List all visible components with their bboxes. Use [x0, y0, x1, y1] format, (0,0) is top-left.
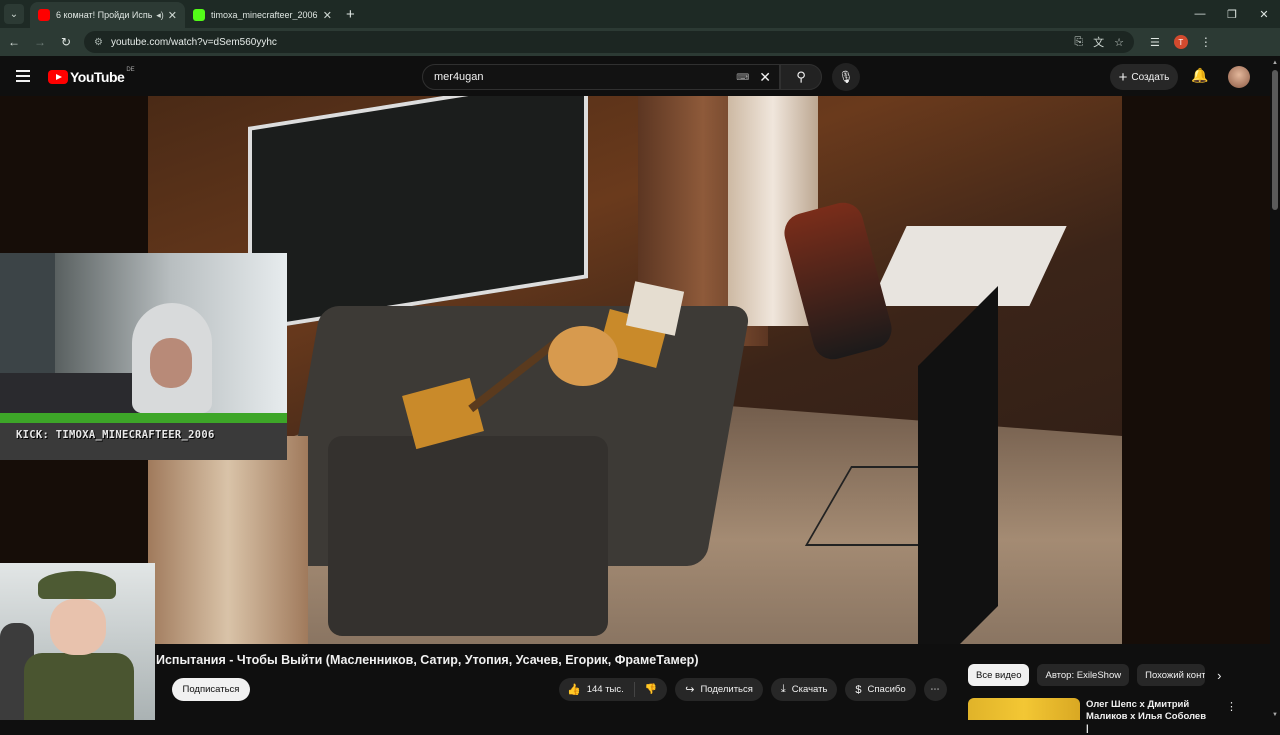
- scene-person: [779, 198, 897, 364]
- like-count: 144 тыс.: [586, 684, 624, 695]
- chevron-right-icon[interactable]: ›: [1217, 668, 1221, 683]
- subscribe-button[interactable]: Подписаться: [172, 678, 250, 701]
- more-icon: ⋯: [930, 684, 940, 695]
- notifications-bell-icon[interactable]: 🔔: [1191, 67, 1208, 84]
- youtube-play-icon: [48, 70, 68, 84]
- webcam2-face: [50, 599, 106, 655]
- like-button[interactable]: 👍 144 тыс.: [559, 682, 635, 697]
- search-button[interactable]: ⚲: [780, 64, 822, 90]
- speaker-icon[interactable]: ◂): [156, 10, 164, 21]
- tab-title: timoxa_minecrafteer_2006 Stre: [211, 10, 319, 20]
- reload-icon[interactable]: ↻: [54, 30, 78, 54]
- download-label: Скачать: [791, 684, 828, 695]
- recommendation-item[interactable]: Олег Шепс x Дмитрий Маликов x Илья Собол…: [968, 698, 1268, 734]
- share-icon: ↪: [685, 684, 695, 696]
- create-label: Создать: [1131, 71, 1170, 83]
- like-dislike-group: 👍 144 тыс. 👎: [559, 678, 668, 701]
- thanks-button[interactable]: $ Спасибо: [845, 678, 916, 701]
- scene-sofa-corner: [328, 436, 608, 636]
- translate-icon[interactable]: 文: [1093, 34, 1104, 50]
- url-text: youtube.com/watch?v=dSem560yyhc: [110, 36, 277, 48]
- close-tab-icon[interactable]: ✕: [168, 9, 177, 22]
- youtube-logo[interactable]: YouTube DE: [48, 67, 135, 85]
- share-button[interactable]: ↪ Поделиться: [675, 678, 763, 701]
- new-tab-button[interactable]: +: [346, 6, 355, 23]
- bookmark-star-icon[interactable]: ☆: [1114, 36, 1124, 49]
- related-filter-chips: Все видео Автор: ExileShow Похожий конт …: [968, 664, 1221, 686]
- forward-icon[interactable]: →: [28, 30, 52, 54]
- recommendation-menu-icon[interactable]: ⋮: [1226, 700, 1237, 713]
- video-title: Испытания - Чтобы Выйти (Масленников, Са…: [156, 653, 699, 667]
- video-actions: 👍 144 тыс. 👎 ↪ Поделиться ⤓ Скачать $ Спасиб…: [559, 678, 955, 701]
- webcam2-uniform: [24, 653, 134, 720]
- chip-similar[interactable]: Похожий конт: [1137, 664, 1206, 686]
- youtube-header: YouTube DE mer4ugan ⌨ ✕ ⚲ 🎙 + Создать 🔔: [0, 58, 1270, 96]
- address-bar[interactable]: ⚙ youtube.com/watch?v=dSem560yyhc ⎘ 文 ☆: [84, 31, 1134, 53]
- hamburger-menu-icon[interactable]: [16, 70, 30, 82]
- kick-channel-label: KICK: TIMOXA_MINECRAFTEER_2006: [16, 429, 215, 441]
- youtube-favicon-icon: [38, 9, 50, 21]
- search-input[interactable]: mer4ugan ⌨ ✕: [422, 64, 780, 90]
- install-app-icon[interactable]: ⎘: [1074, 36, 1083, 49]
- webcam2-cap: [38, 571, 116, 599]
- browser-tab-bar: ⌄ 6 комнат! Пройди Испыта ◂) ✕ timoxa_mi…: [0, 0, 1280, 28]
- thanks-icon: $: [855, 683, 862, 696]
- scrollbar-thumb[interactable]: [1272, 70, 1278, 210]
- logo-text: YouTube: [70, 69, 125, 85]
- tab-search-button[interactable]: ⌄: [4, 4, 24, 24]
- plus-icon: +: [1118, 68, 1128, 86]
- window-controls: — ❐ ✕: [1184, 0, 1280, 28]
- scene-chalkboard: [248, 96, 588, 332]
- microphone-icon: 🎙: [838, 70, 854, 84]
- webcam-streamer-face: [150, 338, 192, 388]
- second-webcam-overlay: [0, 563, 155, 720]
- search-value: mer4ugan: [434, 71, 484, 83]
- logo-region: DE: [126, 67, 135, 73]
- scene-guitar: [548, 326, 618, 386]
- scene-tv: [918, 286, 998, 644]
- browser-toolbar: ← → ↻ ⚙ youtube.com/watch?v=dSem560yyhc …: [0, 28, 1280, 56]
- tab-title: 6 комнат! Пройди Испыта: [56, 10, 153, 20]
- video-frame: [148, 96, 1122, 644]
- chip-all-videos[interactable]: Все видео: [968, 664, 1030, 686]
- site-info-icon[interactable]: ⚙: [94, 37, 103, 48]
- webcam-green-bar: [0, 413, 287, 423]
- tab-youtube[interactable]: 6 комнат! Пройди Испыта ◂) ✕: [30, 2, 185, 28]
- kick-favicon-icon: [193, 9, 205, 21]
- page-scrollbar[interactable]: ▲ ▼: [1270, 58, 1280, 720]
- search-icon: ⚲: [796, 69, 806, 84]
- back-icon[interactable]: ←: [2, 30, 26, 54]
- voice-search-button[interactable]: 🎙: [832, 63, 860, 91]
- scene-desk: [869, 226, 1067, 306]
- recommendation-title[interactable]: Олег Шепс x Дмитрий Маликов x Илья Собол…: [1086, 699, 1211, 735]
- streamer-webcam-overlay: KICK: TIMOXA_MINECRAFTEER_2006: [0, 253, 287, 460]
- scroll-down-icon[interactable]: ▼: [1272, 712, 1278, 718]
- tab-kick[interactable]: timoxa_minecrafteer_2006 Stre ✕: [185, 2, 340, 28]
- reading-list-icon[interactable]: ☰: [1150, 36, 1160, 49]
- scene-left-curtain: [148, 436, 308, 644]
- close-tab-icon[interactable]: ✕: [323, 9, 332, 22]
- download-button[interactable]: ⤓ Скачать: [770, 678, 838, 701]
- webcam-bed: [0, 373, 140, 418]
- browser-menu-icon[interactable]: ⋮: [1200, 35, 1212, 49]
- minimize-icon[interactable]: —: [1184, 0, 1216, 28]
- scroll-up-icon[interactable]: ▲: [1272, 60, 1278, 66]
- dislike-button[interactable]: 👎: [635, 684, 667, 695]
- thanks-label: Спасибо: [867, 684, 906, 695]
- close-window-icon[interactable]: ✕: [1248, 0, 1280, 28]
- profile-avatar[interactable]: T: [1173, 35, 1188, 49]
- account-avatar[interactable]: [1228, 66, 1250, 88]
- chip-by-author[interactable]: Автор: ExileShow: [1037, 664, 1130, 686]
- thumbs-up-icon: 👍: [567, 684, 581, 696]
- download-icon: ⤓: [780, 683, 786, 695]
- more-actions-button[interactable]: ⋯: [923, 678, 947, 701]
- share-label: Поделиться: [700, 684, 753, 695]
- keyboard-icon[interactable]: ⌨: [736, 72, 749, 83]
- thumbs-down-icon: 👎: [644, 684, 658, 695]
- recommendation-thumbnail[interactable]: [968, 698, 1080, 720]
- create-button[interactable]: + Создать: [1110, 64, 1178, 90]
- maximize-icon[interactable]: ❐: [1216, 0, 1248, 28]
- clear-search-icon[interactable]: ✕: [759, 69, 771, 86]
